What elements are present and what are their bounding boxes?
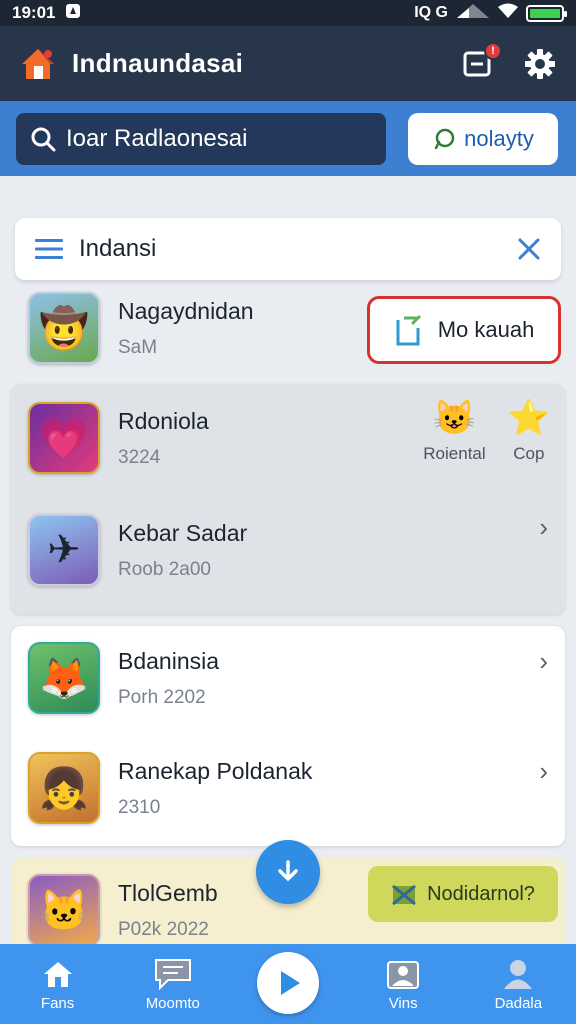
status-time: 19:01 xyxy=(12,3,56,22)
chevron-right-icon[interactable]: › xyxy=(539,512,548,543)
item-subtitle: Porh 2202 xyxy=(118,686,206,708)
close-icon[interactable] xyxy=(517,237,541,261)
star-icon: ⭐ xyxy=(507,399,550,437)
app-bar: Indnaundasai ! xyxy=(0,26,576,101)
inbox-button[interactable]: ! xyxy=(460,41,502,82)
play-icon xyxy=(280,971,300,995)
game-icon: 💗 xyxy=(28,402,100,474)
menu-icon[interactable] xyxy=(35,238,63,260)
status-bar: 19:01 IQ G xyxy=(0,0,576,26)
item-subtitle: Roob 2a00 xyxy=(118,558,211,580)
activity-button[interactable]: nolayty xyxy=(408,112,558,165)
quick-action[interactable]: ⭐ Cop xyxy=(508,398,550,464)
search-input[interactable]: Ioar Radlaonesai xyxy=(16,112,386,165)
notification-badge: ! xyxy=(484,41,502,60)
nav-item-gallery[interactable]: Vins xyxy=(358,957,448,1012)
search-band: Ioar Radlaonesai nolayty xyxy=(0,101,576,176)
search-placeholder: Ioar Radlaonesai xyxy=(66,124,248,152)
chevron-right-icon[interactable]: › xyxy=(539,646,548,677)
nav-label: Dadala xyxy=(494,994,543,1012)
bottom-navigation: Fans Moomto Vins Dadala xyxy=(0,944,576,1024)
item-title: Kebar Sadar xyxy=(118,519,248,546)
gallery-icon xyxy=(386,957,420,991)
list-item[interactable]: 👧 Ranekap Poldanak 2310 xyxy=(28,752,312,824)
item-subtitle: 2310 xyxy=(118,796,161,818)
document-icon xyxy=(396,314,421,346)
nav-item-play[interactable] xyxy=(243,952,333,1014)
search-icon xyxy=(31,127,56,151)
nav-item-messages[interactable]: Moomto xyxy=(128,957,218,1012)
list-item[interactable]: 🐱 TlolGemb P02k 2022 xyxy=(28,874,218,946)
play-button[interactable] xyxy=(256,952,319,1014)
settings-button[interactable] xyxy=(522,46,558,82)
network-label: IQ G xyxy=(414,4,448,21)
item-title: Rdoniola xyxy=(118,407,209,434)
nav-item-home[interactable]: Fans xyxy=(13,957,103,1012)
filter-label: Indansi xyxy=(79,235,157,262)
notification-icon xyxy=(65,3,81,24)
arrow-down-icon xyxy=(278,860,298,881)
chat-bubble-icon xyxy=(434,128,455,149)
app-title: Indnaundasai xyxy=(72,48,244,78)
game-icon: 🦊 xyxy=(28,642,100,714)
game-icon: ✈ xyxy=(28,514,100,586)
game-icon: 🐱 xyxy=(28,874,100,946)
quick-action-label: Roiental xyxy=(423,444,486,463)
package-icon xyxy=(392,884,417,906)
item-title: TlolGemb xyxy=(118,879,218,906)
scroll-down-button[interactable] xyxy=(256,840,320,904)
install-button-label: Mo kauah xyxy=(437,317,535,342)
item-subtitle: SaM xyxy=(118,336,158,358)
nav-item-profile[interactable]: Dadala xyxy=(473,957,563,1012)
nav-label: Fans xyxy=(40,994,75,1012)
list-item[interactable]: 🤠 Nagaydnidan SaM xyxy=(28,292,254,364)
wifi-icon xyxy=(498,3,518,24)
download-button[interactable]: Nodidarnol? xyxy=(368,866,558,922)
filter-bar: Indansi xyxy=(15,218,561,280)
quick-actions: 😺 Roiental ⭐ Cop xyxy=(423,398,550,464)
signal-icon xyxy=(456,2,490,25)
app-logo-icon xyxy=(18,44,58,84)
gear-icon xyxy=(525,48,555,79)
item-title: Nagaydnidan xyxy=(118,297,254,324)
list-item[interactable]: 💗 Rdoniola 3224 xyxy=(28,402,209,474)
item-subtitle: P02k 2022 xyxy=(118,918,209,940)
nav-label: Moomto xyxy=(145,994,200,1012)
list-item[interactable]: ✈ Kebar Sadar Roob 2a00 xyxy=(28,514,247,586)
quick-action[interactable]: 😺 Roiental xyxy=(423,398,485,464)
item-subtitle: 3224 xyxy=(118,446,161,468)
chat-icon xyxy=(154,957,192,991)
list-item[interactable]: 🦊 Bdaninsia Porh 2202 xyxy=(28,642,219,714)
nav-label: Vins xyxy=(388,994,418,1012)
install-button[interactable]: Mo kauah xyxy=(367,296,561,364)
download-button-label: Nodidarnol? xyxy=(427,882,535,905)
monster-icon: 😺 xyxy=(433,399,476,437)
quick-action-label: Cop xyxy=(513,444,545,463)
chevron-right-icon[interactable]: › xyxy=(539,756,548,787)
item-title: Ranekap Poldanak xyxy=(118,757,313,784)
item-title: Bdaninsia xyxy=(118,647,220,674)
game-icon: 🤠 xyxy=(28,292,100,364)
activity-button-label: nolayty xyxy=(464,125,534,151)
home-icon xyxy=(42,957,74,991)
battery-icon xyxy=(526,4,567,22)
profile-icon xyxy=(502,957,534,991)
game-icon: 👧 xyxy=(28,752,100,824)
